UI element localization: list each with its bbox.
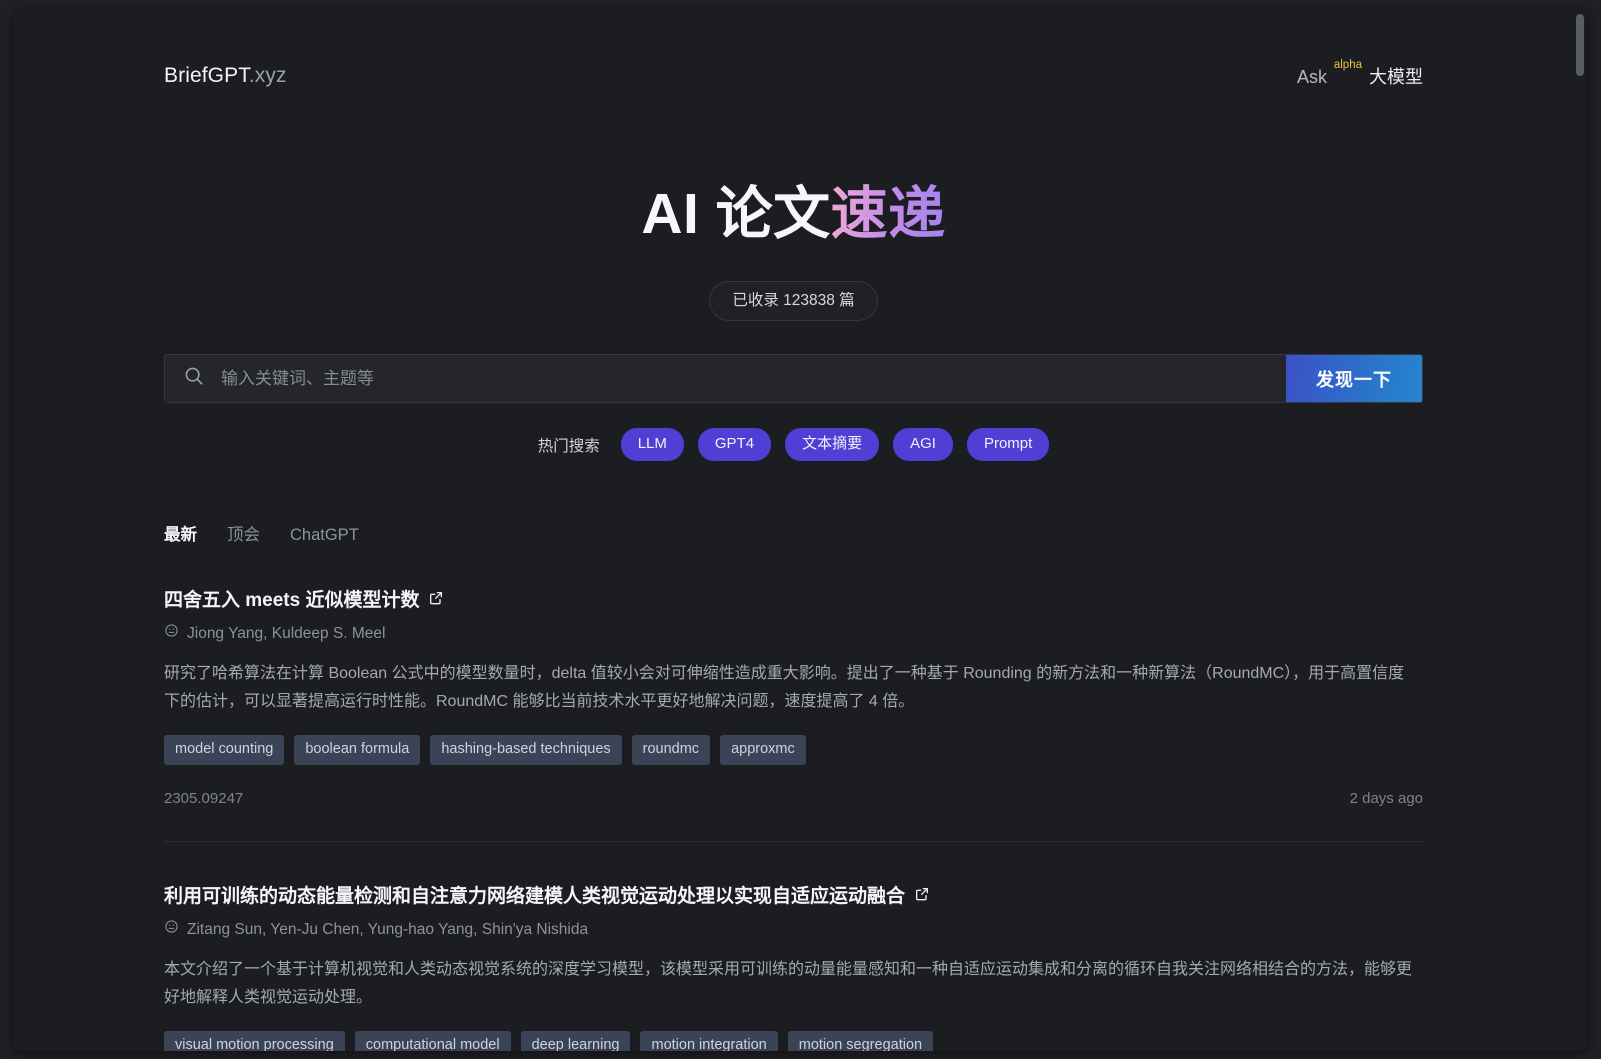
nav-ask-label: Ask (1297, 67, 1327, 87)
hot-search-row: 热门搜索 LLM GPT4 文本摘要 AGI Prompt (164, 428, 1423, 461)
indexed-count-badge: 已收录 123838 篇 (709, 281, 877, 321)
hot-search-tag-llm[interactable]: LLM (621, 428, 684, 461)
paper-tag[interactable]: boolean formula (294, 735, 420, 765)
paper-arxiv-id[interactable]: 2305.09247 (164, 789, 243, 809)
paper-title-link[interactable]: 四舍五入 meets 近似模型计数 (164, 588, 1423, 614)
search-icon (183, 365, 205, 392)
paper-meta: 2305.09247 2 days ago (164, 789, 1423, 809)
hot-search-tag-prompt[interactable]: Prompt (967, 428, 1049, 461)
paper-abstract: 本文介绍了一个基于计算机视觉和人类动态视觉系统的深度学习模型，该模型采用可训练的… (164, 956, 1419, 1012)
search-bar: 发现一下 (164, 354, 1423, 403)
page-title: AI 论文速递 (164, 180, 1423, 248)
hot-search-tag-agi[interactable]: AGI (893, 428, 953, 461)
paper-tag-row: visual motion processing computational m… (164, 1031, 1423, 1051)
paper-authors-text: Jiong Yang, Kuldeep S. Meel (187, 624, 385, 644)
site-logo[interactable]: BriefGPT.xyz (164, 62, 287, 89)
logo-brand: BriefGPT (164, 64, 249, 87)
tab-chatgpt[interactable]: ChatGPT (290, 525, 359, 546)
browser-window: BriefGPT.xyz Ask alpha 大模型 AI 论文速递 已收录 1… (14, 10, 1587, 1051)
vertical-scrollbar[interactable] (1573, 10, 1587, 1051)
logo-tld: .xyz (249, 64, 287, 87)
author-face-icon (164, 623, 179, 644)
paper-tag[interactable]: motion integration (640, 1031, 777, 1051)
paper-authors: Zitang Sun, Yen-Ju Chen, Yung-hao Yang, … (164, 919, 1423, 940)
paper-abstract: 研究了哈希算法在计算 Boolean 公式中的模型数量时，delta 值较小会对… (164, 660, 1419, 716)
nav-ask-alpha-badge: alpha (1334, 59, 1362, 71)
paper-tag[interactable]: model counting (164, 735, 284, 765)
hot-search-label: 热门搜索 (538, 434, 600, 456)
paper-authors-text: Zitang Sun, Yen-Ju Chen, Yung-hao Yang, … (187, 920, 588, 940)
paper-tag[interactable]: approxmc (720, 735, 806, 765)
nav-item-ask[interactable]: Ask alpha (1297, 65, 1329, 89)
paper-timestamp: 2 days ago (1350, 789, 1423, 809)
hot-search-tag-summary[interactable]: 文本摘要 (785, 428, 879, 461)
paper-title-text: 四舍五入 meets 近似模型计数 (164, 588, 419, 614)
scrollbar-thumb[interactable] (1576, 14, 1584, 76)
paper-tag[interactable]: roundmc (632, 735, 710, 765)
paper-tag-row: model counting boolean formula hashing-b… (164, 735, 1423, 765)
site-header: BriefGPT.xyz Ask alpha 大模型 (164, 62, 1423, 102)
paper-item: 四舍五入 meets 近似模型计数 (164, 546, 1423, 809)
paper-tag[interactable]: deep learning (521, 1031, 631, 1051)
search-submit-button[interactable]: 发现一下 (1286, 355, 1422, 402)
external-link-icon[interactable] (428, 588, 444, 614)
paper-tag[interactable]: visual motion processing (164, 1031, 345, 1051)
hot-search-tag-gpt4[interactable]: GPT4 (698, 428, 771, 461)
paper-item: 利用可训练的动态能量检测和自注意力网络建模人类视觉运动处理以实现自适应运动融合 (164, 841, 1423, 1051)
page-content: BriefGPT.xyz Ask alpha 大模型 AI 论文速递 已收录 1… (164, 10, 1423, 1051)
tab-latest[interactable]: 最新 (164, 525, 197, 546)
paper-title-link[interactable]: 利用可训练的动态能量检测和自注意力网络建模人类视觉运动处理以实现自适应运动融合 (164, 884, 1423, 910)
paper-tag[interactable]: computational model (355, 1031, 511, 1051)
page-title-plain: AI 论文 (641, 182, 830, 246)
paper-tag[interactable]: motion segregation (788, 1031, 933, 1051)
tab-top-conference[interactable]: 顶会 (227, 525, 260, 546)
search-input[interactable] (221, 355, 1286, 402)
page-title-gradient: 速递 (831, 182, 946, 246)
external-link-icon[interactable] (914, 884, 930, 910)
author-face-icon (164, 919, 179, 940)
paper-title-text: 利用可训练的动态能量检测和自注意力网络建模人类视觉运动处理以实现自适应运动融合 (164, 884, 905, 910)
paper-tag[interactable]: hashing-based techniques (430, 735, 621, 765)
main-nav: Ask alpha 大模型 (1297, 62, 1423, 89)
nav-item-large-model[interactable]: 大模型 (1369, 65, 1423, 89)
content-tabs: 最新 顶会 ChatGPT (164, 525, 1423, 546)
hero-section: AI 论文速递 已收录 123838 篇 (164, 102, 1423, 321)
page-viewport: BriefGPT.xyz Ask alpha 大模型 AI 论文速递 已收录 1… (14, 10, 1573, 1051)
search-input-wrap (165, 355, 1286, 402)
paper-authors: Jiong Yang, Kuldeep S. Meel (164, 623, 1423, 644)
